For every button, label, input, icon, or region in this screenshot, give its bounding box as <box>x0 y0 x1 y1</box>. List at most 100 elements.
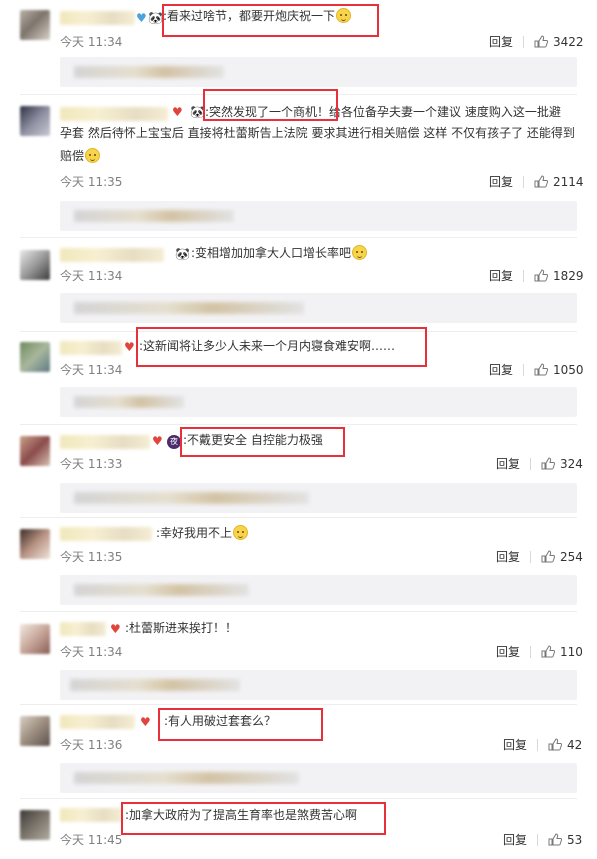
reply-preview[interactable] <box>60 387 577 417</box>
username[interactable] <box>60 715 135 729</box>
like-button[interactable]: 53 <box>548 833 582 847</box>
blurred-reply <box>74 302 304 314</box>
like-button[interactable]: 110 <box>541 645 583 659</box>
reply-button[interactable]: 回复 <box>496 457 520 471</box>
comment-time: 今天 11:35 <box>60 175 123 189</box>
like-button[interactable]: 1829 <box>534 269 584 283</box>
comment-item: ♥ :杜蕾斯进来挨打！！ 今天 11:34 回复 110 <box>0 614 597 702</box>
separator <box>537 834 538 846</box>
reply-button[interactable]: 回复 <box>496 645 520 659</box>
avatar[interactable] <box>20 106 50 136</box>
like-count: 324 <box>560 457 583 471</box>
comment-time: 今天 11:33 <box>60 457 123 471</box>
smirk-face-emoji-icon <box>85 148 101 163</box>
comment-body: 变相增加加拿大人口增长率吧 <box>195 246 352 260</box>
username[interactable] <box>60 527 152 541</box>
divider <box>20 237 577 238</box>
avatar[interactable] <box>20 250 50 280</box>
like-count: 2114 <box>553 175 584 189</box>
reply-preview[interactable] <box>60 483 577 513</box>
reply-button[interactable]: 回复 <box>489 363 513 377</box>
reply-preview[interactable] <box>60 201 577 231</box>
reply-button[interactable]: 回复 <box>489 269 513 283</box>
reply-button[interactable]: 回复 <box>489 35 513 49</box>
username[interactable] <box>60 11 135 25</box>
vip-badge-icon: ♥ <box>152 434 163 448</box>
username[interactable] <box>60 107 168 121</box>
reply-button[interactable]: 回复 <box>496 550 520 564</box>
reply-preview[interactable] <box>60 57 577 87</box>
like-count: 1829 <box>553 269 584 283</box>
avatar[interactable] <box>20 529 50 559</box>
highlight-box <box>158 708 323 741</box>
like-button[interactable]: 324 <box>541 457 583 471</box>
username[interactable] <box>60 435 150 449</box>
comment-time: 今天 11:34 <box>60 35 123 49</box>
comment-time: 今天 11:45 <box>60 833 123 847</box>
highlight-box <box>203 89 338 121</box>
reply-preview[interactable] <box>60 575 577 605</box>
thumbs-up-icon <box>548 833 562 846</box>
thumbs-up-icon <box>534 269 548 282</box>
thumbs-up-icon <box>541 550 555 563</box>
blurred-reply <box>74 396 184 408</box>
thumbs-up-icon <box>548 738 562 751</box>
thumbs-up-icon <box>534 35 548 48</box>
thumbs-up-icon <box>534 175 548 188</box>
reply-button[interactable]: 回复 <box>503 833 527 847</box>
comment-body: 杜蕾斯进来挨打！！ <box>129 621 238 635</box>
comment-text: :幸好我用不上 <box>156 523 249 544</box>
reply-preview[interactable] <box>60 763 577 793</box>
reply-button[interactable]: 回复 <box>503 738 527 752</box>
divider <box>20 798 577 799</box>
avatar[interactable] <box>20 10 50 40</box>
avatar[interactable] <box>20 624 50 654</box>
avatar[interactable] <box>20 342 50 372</box>
highlight-box <box>162 4 379 37</box>
like-count: 3422 <box>553 35 584 49</box>
like-count: 42 <box>567 738 583 752</box>
vip-badge-icon: ♥ <box>110 622 121 636</box>
reply-button[interactable]: 回复 <box>489 175 513 189</box>
smirk-face-emoji-icon <box>233 525 249 540</box>
separator <box>523 36 524 48</box>
avatar[interactable] <box>20 716 50 746</box>
like-count: 254 <box>560 550 583 564</box>
comment-item: :幸好我用不上 今天 11:35 回复 254 <box>0 520 597 608</box>
separator <box>530 646 531 658</box>
night-badge-icon: 夜 <box>167 435 181 449</box>
comment-item: 🐼 :变相增加加拿大人口增长率吧 今天 11:34 回复 1829 <box>0 240 597 328</box>
highlight-box <box>121 802 386 835</box>
comment-text: :杜蕾斯进来挨打！！ <box>125 621 238 635</box>
like-button[interactable]: 3422 <box>534 35 584 49</box>
like-button[interactable]: 2114 <box>534 175 584 189</box>
vip-badge-icon: ♥ <box>140 715 151 729</box>
blurred-reply <box>74 210 234 222</box>
like-count: 53 <box>567 833 583 847</box>
like-count: 1050 <box>553 363 584 377</box>
heart-badge-icon: ♥ <box>136 11 147 25</box>
comment-time: 今天 11:36 <box>60 738 123 752</box>
username[interactable] <box>60 341 122 355</box>
like-button[interactable]: 1050 <box>534 363 584 377</box>
avatar[interactable] <box>20 810 50 840</box>
username[interactable] <box>60 248 164 262</box>
comment-text: :变相增加加拿大人口增长率吧 <box>191 243 368 264</box>
comment-time: 今天 11:34 <box>60 363 123 377</box>
username[interactable] <box>60 808 122 822</box>
username[interactable] <box>60 622 106 636</box>
comment-time: 今天 11:34 <box>60 645 123 659</box>
thumbs-up-icon <box>534 363 548 376</box>
divider <box>20 517 577 518</box>
smirk-face-emoji-icon <box>352 245 368 260</box>
reply-preview[interactable] <box>60 670 577 700</box>
like-button[interactable]: 254 <box>541 550 583 564</box>
blurred-reply <box>74 584 249 596</box>
blurred-reply <box>74 772 299 784</box>
like-button[interactable]: 42 <box>548 738 582 752</box>
separator <box>523 270 524 282</box>
divider <box>20 704 577 705</box>
separator <box>530 458 531 470</box>
reply-preview[interactable] <box>60 293 577 323</box>
avatar[interactable] <box>20 436 50 466</box>
